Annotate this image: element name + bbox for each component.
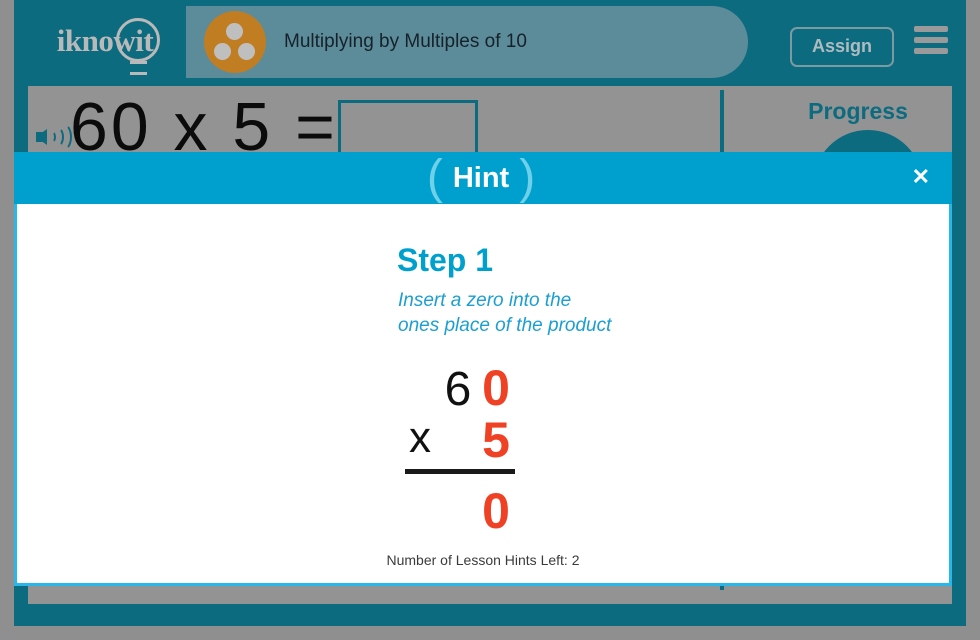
decorative-paren-right: ) [519, 151, 536, 204]
math-digit-ones-highlight: 0 [482, 360, 510, 416]
hint-modal-header: ( Hint ) ✕ [14, 152, 952, 204]
hint-step-title: Step 1 [397, 242, 494, 278]
hint-modal-body: Step 1 Insert a zero into the ones place… [17, 204, 949, 583]
hint-step-description: Insert a zero into the ones place of the… [398, 290, 612, 336]
app-logo[interactable]: iknowit [20, 0, 190, 82]
assign-button[interactable]: Assign [789, 27, 894, 67]
hint-modal-title: Hint [452, 161, 510, 194]
math-operator: x [409, 413, 431, 462]
logo-text: iknowit [56, 23, 154, 58]
math-divider-line [405, 469, 515, 474]
app-bottom-bar [14, 604, 966, 626]
hint-modal-title-wrap: ( Hint ) [426, 151, 536, 204]
math-row-multiplier: x 5 [405, 411, 515, 468]
screen-root: iknowit Multiplying by Multiples of 10 A… [0, 0, 980, 640]
hint-math-problem: 6 0 x 5 0 [405, 359, 515, 540]
lesson-title-pill: Multiplying by Multiples of 10 [186, 6, 748, 78]
math-row-multiplicand: 6 0 [405, 359, 515, 416]
math-digit-multiplier: 5 [482, 412, 510, 468]
math-digit-product: 0 [482, 483, 510, 539]
decorative-paren-left: ( [426, 151, 443, 204]
app-header: iknowit Multiplying by Multiples of 10 A… [14, 0, 966, 82]
math-row-product: 0 [405, 482, 515, 540]
speaker-audio-icon[interactable] [36, 122, 72, 152]
progress-label: Progress [808, 98, 908, 124]
hint-modal: ( Hint ) ✕ Step 1 Insert a zero into the… [14, 152, 952, 586]
math-spacer-2 [439, 482, 477, 540]
three-dots-circle-icon [204, 11, 266, 73]
hints-left-counter: Number of Lesson Hints Left: 2 [386, 552, 580, 568]
hamburger-menu-icon[interactable] [914, 26, 948, 54]
math-digit-tens: 6 [444, 363, 472, 416]
close-x-icon[interactable]: ✕ [912, 166, 930, 188]
lesson-title: Multiplying by Multiples of 10 [284, 31, 527, 52]
